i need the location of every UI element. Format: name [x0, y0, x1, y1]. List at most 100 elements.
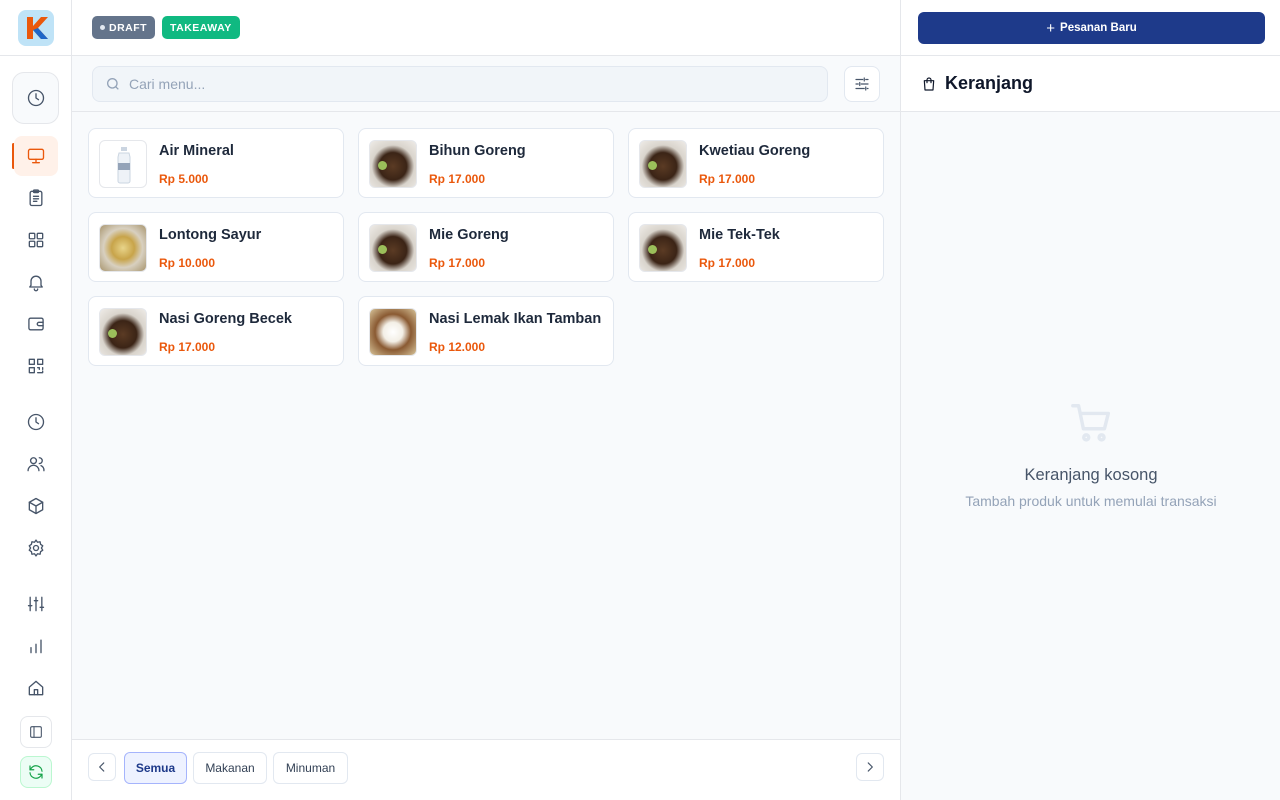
cart-panel: + Pesanan Baru Keranjang Keranjang koson…: [900, 0, 1280, 800]
sidebar-item-wallet[interactable]: [14, 304, 58, 344]
content-divider: [72, 111, 900, 112]
sync-button[interactable]: [20, 756, 52, 788]
category-tab-drinks[interactable]: Minuman: [273, 752, 348, 784]
sidebar-item-adjustments[interactable]: [14, 584, 58, 624]
cart-title: Keranjang: [945, 73, 1034, 93]
product-price: Rp 5.000: [159, 172, 209, 186]
product-image: [369, 308, 417, 356]
clock-icon: [27, 413, 45, 431]
new-order-label: Pesanan Baru: [1060, 22, 1137, 34]
product-card[interactable]: Nasi Goreng Becek Rp 17.000: [88, 296, 344, 366]
shopping-cart-icon: [1071, 404, 1111, 442]
chevron-right-icon: [867, 762, 873, 772]
gear-icon: [28, 539, 44, 557]
water-bottle-icon: [117, 147, 131, 184]
panel-toggle-icon: [30, 726, 42, 738]
sliders-icon: [27, 596, 45, 612]
category-scroll-left-button[interactable]: [88, 753, 116, 781]
empty-cart-subtitle: Tambah produk untuk memulai transaksi: [965, 493, 1217, 509]
product-card[interactable]: Kwetiau Goreng Rp 17.000: [628, 128, 884, 198]
search-icon: [107, 78, 119, 90]
plus-icon: +: [1046, 19, 1056, 37]
product-name: Bihun Goreng: [429, 143, 526, 159]
product-price: Rp 17.000: [159, 340, 216, 354]
clipboard-icon: [29, 189, 43, 207]
product-image: [369, 140, 417, 188]
order-type-label: TAKEAWAY: [170, 21, 232, 34]
shopping-bag-icon: [923, 77, 935, 91]
product-image: [369, 224, 417, 272]
product-price: Rp 12.000: [429, 340, 486, 354]
product-name: Lontong Sayur: [159, 227, 262, 243]
product-image: [639, 224, 687, 272]
product-price: Rp 10.000: [159, 256, 216, 270]
product-card[interactable]: Lontong Sayur Rp 10.000: [88, 212, 344, 282]
empty-cart-icon: [1069, 400, 1115, 446]
product-card[interactable]: Mie Goreng Rp 17.000: [358, 212, 614, 282]
product-name: Air Mineral: [159, 143, 234, 159]
qr-scan-icon: [28, 358, 44, 374]
sidebar-item-settings[interactable]: [14, 528, 58, 568]
search-input[interactable]: [129, 76, 809, 92]
product-card[interactable]: Air Mineral Rp 5.000: [88, 128, 344, 198]
filter-sliders-icon: [855, 77, 869, 91]
product-price: Rp 17.000: [429, 172, 486, 186]
wallet-icon: [28, 317, 44, 331]
sidebar-item-history-top[interactable]: [12, 72, 59, 124]
sidebar-divider: [0, 55, 72, 56]
sidebar-item-customers[interactable]: [14, 444, 58, 484]
product-price: Rp 17.000: [429, 256, 486, 270]
category-scroll-right-button[interactable]: [856, 753, 884, 781]
chevron-left-icon: [99, 762, 105, 772]
new-order-button[interactable]: + Pesanan Baru: [918, 12, 1265, 44]
empty-cart-title: Keranjang kosong: [1024, 466, 1158, 484]
product-card[interactable]: Bihun Goreng Rp 17.000: [358, 128, 614, 198]
product-price: Rp 17.000: [699, 256, 756, 270]
sidebar-item-history[interactable]: [14, 402, 58, 442]
sidebar-item-orders[interactable]: [14, 178, 58, 218]
sidebar-collapse-button[interactable]: [20, 716, 52, 748]
product-price: Rp 17.000: [699, 172, 756, 186]
status-badge-label: DRAFT: [109, 21, 148, 34]
sidebar-item-notifications[interactable]: [14, 262, 58, 302]
cart-panel-header: + Pesanan Baru: [901, 0, 1280, 56]
refresh-icon: [29, 765, 43, 779]
monitor-icon: [27, 148, 45, 164]
users-icon: [27, 457, 45, 472]
product-image: [99, 308, 147, 356]
product-name: Nasi Lemak Ikan Tamban: [429, 311, 602, 327]
sidebar-item-pos[interactable]: [14, 136, 58, 176]
order-type-badge[interactable]: TAKEAWAY: [162, 16, 240, 39]
clock-icon: [27, 89, 44, 107]
category-tab-food[interactable]: Makanan: [193, 752, 267, 784]
app-logo[interactable]: [18, 10, 54, 46]
search-bar: [92, 66, 828, 102]
product-card[interactable]: Mie Tek-Tek Rp 17.000: [628, 212, 884, 282]
bar-chart-icon: [30, 639, 42, 654]
product-image: [99, 140, 147, 188]
sidebar-item-reports[interactable]: [14, 626, 58, 666]
status-badge-draft: DRAFT: [92, 16, 156, 39]
sidebar-item-tables[interactable]: [14, 220, 58, 260]
sidebar: [0, 0, 72, 800]
product-name: Mie Tek-Tek: [699, 227, 780, 243]
product-image: [639, 140, 687, 188]
grid-icon: [28, 232, 44, 248]
sidebar-item-scan[interactable]: [14, 346, 58, 386]
product-name: Mie Goreng: [429, 227, 509, 243]
order-header: DRAFT TAKEAWAY: [72, 0, 900, 56]
sidebar-item-store[interactable]: [14, 668, 58, 708]
box-icon: [28, 497, 44, 515]
home-icon: [28, 680, 44, 696]
product-card[interactable]: Nasi Lemak Ikan Tamban Rp 12.000: [358, 296, 614, 366]
bell-icon: [29, 275, 43, 292]
filter-button[interactable]: [844, 66, 880, 102]
sidebar-item-products[interactable]: [14, 486, 58, 526]
product-image: [99, 224, 147, 272]
product-name: Kwetiau Goreng: [699, 143, 811, 159]
status-dot: [100, 25, 105, 30]
logo-icon: [27, 17, 48, 39]
category-tab-all[interactable]: Semua: [124, 752, 187, 784]
cart-header: Keranjang: [901, 56, 1280, 112]
product-name: Nasi Goreng Becek: [159, 311, 292, 327]
